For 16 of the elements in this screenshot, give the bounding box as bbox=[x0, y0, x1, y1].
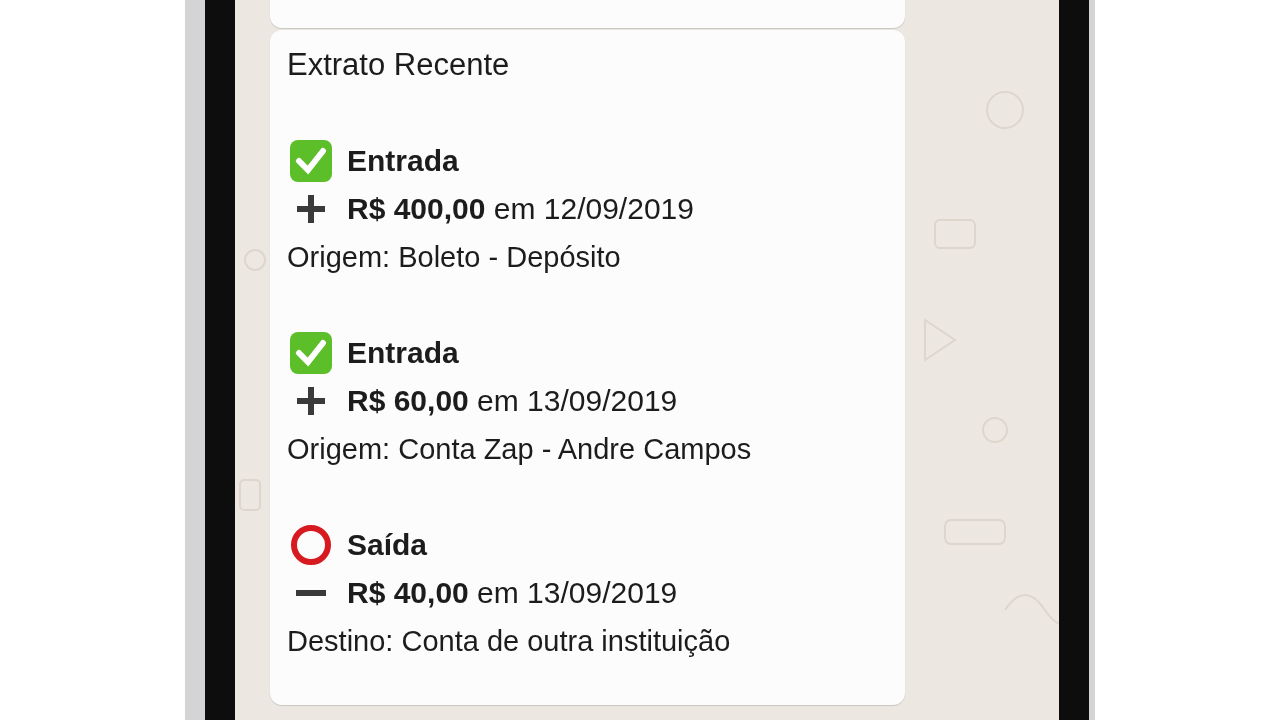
transaction-amount: R$ 400,00 em 12/09/2019 bbox=[347, 192, 694, 226]
plus-icon bbox=[294, 384, 328, 418]
transaction-detail: Origem: Boleto - Depósito bbox=[287, 240, 622, 275]
plus-icon bbox=[294, 192, 328, 226]
transaction-amount: R$ 40,00 em 13/09/2019 bbox=[347, 576, 678, 610]
transaction-detail: Destino: Conta de outra instituição bbox=[287, 624, 732, 659]
transaction-type: Saída bbox=[347, 528, 428, 562]
transaction-detail: Origem: Conta Zap - Andre Campos bbox=[287, 432, 753, 467]
check-mark-icon bbox=[289, 331, 333, 375]
check-mark-icon bbox=[289, 139, 333, 183]
circle-icon bbox=[289, 523, 333, 567]
transaction-type: Entrada bbox=[347, 336, 459, 370]
transaction-amount: R$ 60,00 em 13/09/2019 bbox=[347, 384, 678, 418]
transaction-type: Entrada bbox=[347, 144, 459, 178]
message-title: Extrato Recente bbox=[287, 46, 511, 84]
minus-icon bbox=[294, 589, 328, 597]
